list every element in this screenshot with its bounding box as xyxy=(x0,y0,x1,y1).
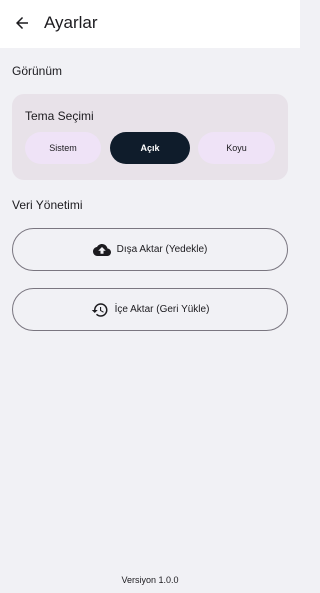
import-button-label: İçe Aktar (Geri Yükle) xyxy=(114,304,210,315)
cloud-upload-icon xyxy=(92,241,111,259)
export-button-label: Dışa Aktar (Yedekle) xyxy=(116,244,208,255)
version-text: Versiyon 1.0.0 xyxy=(121,575,179,585)
page-title: Ayarlar xyxy=(44,13,98,32)
theme-option-light[interactable]: Açık xyxy=(110,132,190,164)
app-bar: Ayarlar xyxy=(0,0,300,48)
theme-selection-card: Tema Seçimi Sistem Açık Koyu xyxy=(12,94,288,180)
theme-option-dark[interactable]: Koyu xyxy=(198,132,275,164)
back-button[interactable] xyxy=(9,10,35,36)
arrow-back-icon xyxy=(16,17,28,29)
data-management-section-title: Veri Yönetimi xyxy=(12,198,83,212)
export-backup-button[interactable]: Dışa Aktar (Yedekle) xyxy=(12,228,288,271)
restore-history-icon xyxy=(91,301,109,319)
import-restore-button[interactable]: İçe Aktar (Geri Yükle) xyxy=(12,288,288,331)
theme-card-title: Tema Seçimi xyxy=(25,109,94,123)
appearance-section-title: Görünüm xyxy=(12,64,63,78)
theme-option-system[interactable]: Sistem xyxy=(25,132,101,164)
